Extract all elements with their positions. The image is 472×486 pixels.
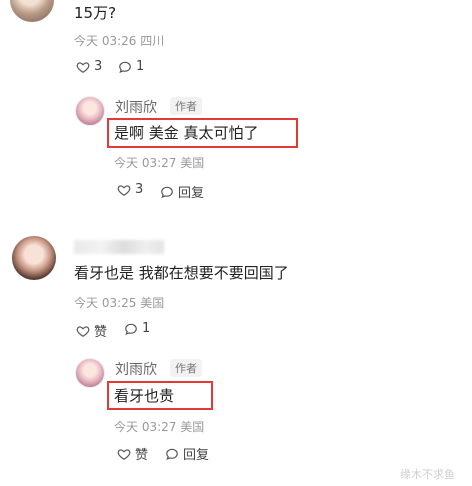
author-avatar[interactable] [75, 358, 105, 388]
comment-text: 看牙也是 我都在想要不要回国了 [74, 264, 289, 282]
comment-text: 15万? [74, 4, 117, 22]
reply-label: 回复 [178, 186, 205, 201]
reply-button[interactable]: 回复 [160, 182, 204, 201]
author-avatar[interactable] [75, 96, 105, 126]
like-count: 3 [135, 182, 144, 197]
comment-bubble-icon [161, 186, 173, 198]
comment-timestamp: 今天 03:26 四川 [74, 34, 165, 48]
author-tag: 作者 [170, 359, 202, 377]
like-label: 赞 [94, 325, 108, 340]
commenter-avatar[interactable] [12, 236, 56, 280]
comment-bubble-icon [166, 448, 178, 460]
reply-count-button[interactable]: 1 [124, 321, 150, 336]
commenter-avatar[interactable] [10, 0, 54, 22]
reply-text: 看牙也贵 [114, 387, 175, 405]
reply-timestamp: 今天 03:27 美国 [114, 156, 205, 170]
author-tag: 作者 [170, 97, 202, 115]
comment-bubble-icon [119, 61, 131, 73]
reply-label: 回复 [183, 448, 210, 463]
reply-count-button[interactable]: 1 [118, 59, 144, 74]
heart-icon [117, 184, 131, 196]
heart-icon [117, 448, 131, 460]
author-name[interactable]: 刘雨欣 [115, 359, 157, 379]
like-label: 赞 [135, 448, 149, 463]
heart-icon [76, 325, 90, 337]
watermark: 缘木不求鱼 [400, 468, 455, 481]
like-count: 3 [94, 59, 103, 74]
reply-count: 1 [136, 59, 145, 74]
reply-timestamp: 今天 03:27 美国 [114, 420, 205, 434]
reply-count: 1 [142, 321, 151, 336]
reply-button[interactable]: 回复 [165, 444, 209, 463]
comment-bubble-icon [125, 323, 137, 335]
author-name[interactable]: 刘雨欣 [115, 97, 157, 117]
like-button[interactable]: 赞 [76, 321, 107, 340]
like-button[interactable]: 3 [117, 182, 143, 197]
reply-text: 是啊 美金 真太可怕了 [114, 124, 259, 142]
blurred-username [74, 240, 164, 254]
heart-icon [76, 61, 90, 73]
like-button[interactable]: 赞 [117, 444, 148, 463]
comment-timestamp: 今天 03:25 美国 [74, 296, 165, 310]
like-button[interactable]: 3 [76, 59, 102, 74]
